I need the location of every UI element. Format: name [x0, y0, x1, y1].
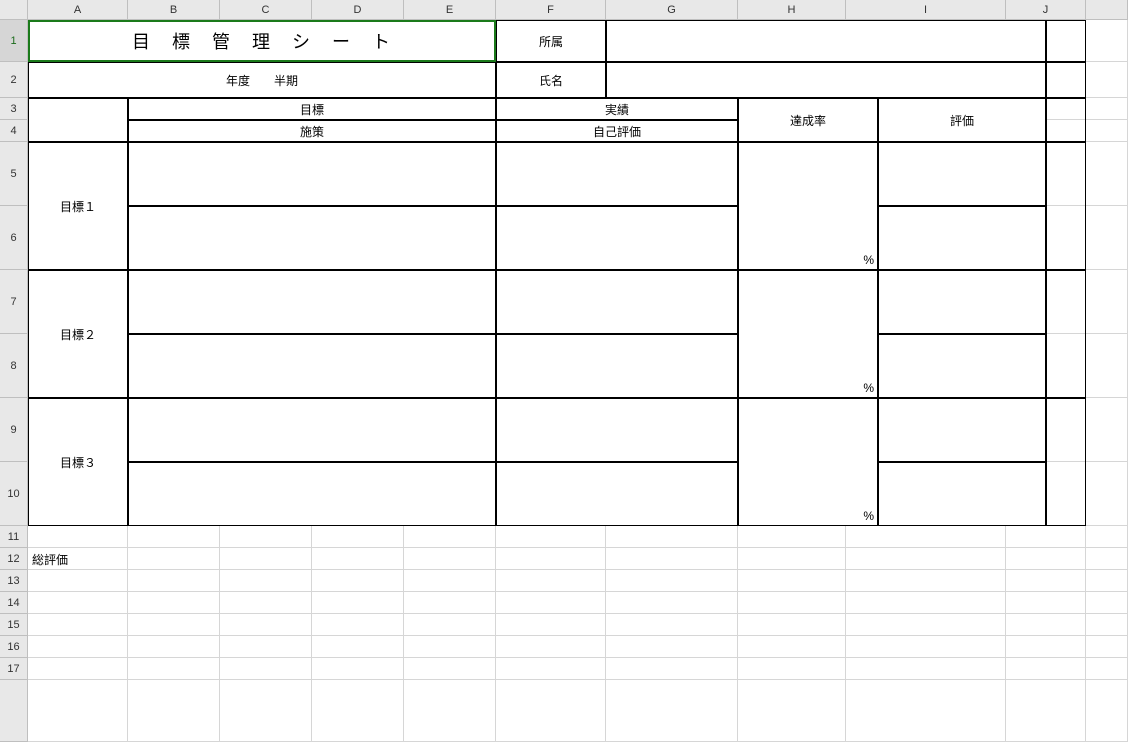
cell-goal2-result[interactable] — [496, 270, 738, 334]
row-header-13[interactable]: 13 — [0, 570, 28, 592]
eval-header-text: 評価 — [878, 98, 1046, 142]
name-label: 氏名 — [496, 62, 606, 98]
row-header-1[interactable]: 1 — [0, 20, 28, 62]
goal2-label-text: 目標２ — [28, 270, 128, 398]
col-header-B[interactable]: B — [128, 0, 220, 20]
cell-goal2-eval-bot[interactable] — [878, 334, 1046, 398]
select-all-corner[interactable] — [0, 0, 28, 20]
col-header-D[interactable]: D — [312, 0, 404, 20]
col-header-extra[interactable] — [1086, 0, 1128, 20]
cell-j1[interactable] — [1046, 20, 1086, 62]
row-header-12[interactable]: 12 — [0, 548, 28, 570]
row-header-4[interactable]: 4 — [0, 120, 28, 142]
row-header-8[interactable]: 8 — [0, 334, 28, 398]
cell-j34[interactable] — [1046, 98, 1086, 142]
achieve-header-text: 達成率 — [738, 98, 878, 142]
year-term-text: 年度 半期 — [28, 62, 496, 98]
row-header-9[interactable]: 9 — [0, 398, 28, 462]
row-header-14[interactable]: 14 — [0, 592, 28, 614]
row-header-5[interactable]: 5 — [0, 142, 28, 206]
title-text: 目 標 管 理 シ ー ト — [28, 20, 496, 62]
row-header-2[interactable]: 2 — [0, 62, 28, 98]
row-header-extra[interactable] — [0, 680, 28, 742]
cell-goal3-eval-top[interactable] — [878, 398, 1046, 462]
cell-j2[interactable] — [1046, 62, 1086, 98]
cell-goal3-eval-bot[interactable] — [878, 462, 1046, 526]
goal1-label-text: 目標１ — [28, 142, 128, 270]
row-header-10[interactable]: 10 — [0, 462, 28, 526]
cell-goal3-selfeval[interactable] — [496, 462, 738, 526]
col-header-J[interactable]: J — [1006, 0, 1086, 20]
cell-goal1-eval-bot[interactable] — [878, 206, 1046, 270]
cell-goal1-measure[interactable] — [128, 206, 496, 270]
cell-goal2-eval-top[interactable] — [878, 270, 1046, 334]
cell-affiliation-value[interactable] — [606, 20, 1046, 62]
goal3-percent: % — [738, 506, 878, 526]
cell-goal1-target[interactable] — [128, 142, 496, 206]
row-header-16[interactable]: 16 — [0, 636, 28, 658]
result-header-text: 実績 — [496, 98, 738, 120]
col-header-A[interactable]: A — [28, 0, 128, 20]
row-header-17[interactable]: 17 — [0, 658, 28, 680]
goal-header-text: 目標 — [128, 98, 496, 120]
row-header-7[interactable]: 7 — [0, 270, 28, 334]
row-header-6[interactable]: 6 — [0, 206, 28, 270]
col-header-E[interactable]: E — [404, 0, 496, 20]
col-header-I[interactable]: I — [846, 0, 1006, 20]
cell-name-value[interactable] — [606, 62, 1046, 98]
overall-eval-text[interactable]: 総評価 — [30, 548, 126, 570]
cell-j-goal3[interactable] — [1046, 398, 1086, 526]
cell-goal3-measure[interactable] — [128, 462, 496, 526]
goal3-label-text: 目標３ — [28, 398, 128, 526]
goal2-percent: % — [738, 378, 878, 398]
cell-goal1-eval-top[interactable] — [878, 142, 1046, 206]
goal1-percent: % — [738, 250, 878, 270]
col-header-F[interactable]: F — [496, 0, 606, 20]
cell-j-goal2[interactable] — [1046, 270, 1086, 398]
cell-goal2-selfeval[interactable] — [496, 334, 738, 398]
cell-a34[interactable] — [28, 98, 128, 142]
cell-goal3-target[interactable] — [128, 398, 496, 462]
cell-goal1-result[interactable] — [496, 142, 738, 206]
cell-goal1-selfeval[interactable] — [496, 206, 738, 270]
cell-j-goal1[interactable] — [1046, 142, 1086, 270]
cell-goal2-measure[interactable] — [128, 334, 496, 398]
row-header-15[interactable]: 15 — [0, 614, 28, 636]
affiliation-label: 所属 — [496, 20, 606, 62]
col-header-H[interactable]: H — [738, 0, 846, 20]
selfeval-header-text: 自己評価 — [496, 120, 738, 142]
row-header-11[interactable]: 11 — [0, 526, 28, 548]
spreadsheet-area: A B C D E F G H I J 1 2 3 4 5 6 7 8 9 10… — [0, 0, 1128, 742]
cell-goal2-target[interactable] — [128, 270, 496, 334]
col-header-C[interactable]: C — [220, 0, 312, 20]
measure-header-text: 施策 — [128, 120, 496, 142]
row-header-3[interactable]: 3 — [0, 98, 28, 120]
cell-goal3-result[interactable] — [496, 398, 738, 462]
col-header-G[interactable]: G — [606, 0, 738, 20]
